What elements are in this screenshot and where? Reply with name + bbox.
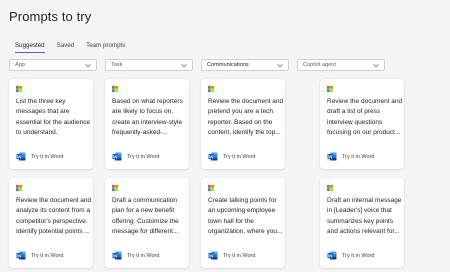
microsoft-logo-icon: [208, 86, 214, 92]
prompt-text-line: interview questions: [327, 118, 383, 126]
prompt-text-line: analyze its content from a: [16, 207, 91, 215]
category-filter-dropdown[interactable]: Communications: [201, 59, 289, 71]
prompt-text-line: content, identify the top...: [208, 129, 281, 137]
prompt-text-line: and actions relevant for...: [327, 228, 400, 236]
prompt-text-line: town hall for the: [208, 217, 254, 225]
prompt-text: Review the document and pretend you are a…: [208, 97, 284, 139]
chevron-down-icon: [277, 63, 283, 68]
try-in-word-label: Try it in Word: [223, 252, 256, 259]
try-in-word-label: Try it in Word: [31, 252, 64, 259]
category-filter-label: Communications: [207, 62, 249, 68]
prompt-text-line: Based on what reporters: [112, 98, 183, 105]
try-in-word-link[interactable]: Try it in Word: [112, 152, 159, 161]
prompt-text-line: essential for the audience: [16, 118, 91, 126]
prompt-text-line: to understand.: [16, 129, 58, 137]
prompt-card[interactable]: Review the document and pretend you are a…: [201, 79, 285, 169]
try-in-word-label: Try it in Word: [223, 153, 256, 160]
try-in-word-link[interactable]: Try it in Word: [327, 251, 374, 260]
prompt-card[interactable]: Draft a communication plan for a new bene…: [105, 178, 189, 268]
agent-filter-dropdown[interactable]: Copilot agent: [297, 59, 385, 71]
try-in-word-link[interactable]: Try it in Word: [112, 251, 159, 260]
word-icon: [327, 251, 337, 260]
prompt-text-line: competitor's perspective.: [16, 217, 88, 225]
app-filter-dropdown[interactable]: App: [9, 59, 97, 71]
prompt-card-grid: List the three key messages that are essen…: [9, 79, 441, 272]
microsoft-logo-icon: [112, 86, 118, 92]
page-title: Prompts to try: [9, 9, 92, 24]
prompt-text-line: organization, where you...: [208, 228, 283, 236]
prompt-text-line: summarizes key points: [327, 217, 394, 225]
prompt-text: Review the document and draft a list of p…: [327, 97, 403, 139]
app-filter-label: App: [15, 62, 25, 68]
microsoft-logo-icon: [16, 185, 22, 191]
prompt-text-line: Review the document and: [208, 98, 284, 105]
prompt-text-line: are likely to focus on,: [112, 108, 174, 116]
try-in-word-label: Try it in Word: [342, 252, 375, 259]
filter-bar: App Task Communications Copilot agent: [9, 59, 385, 71]
agent-filter-label: Copilot agent: [303, 62, 336, 68]
prompt-card[interactable]: List the three key messages that are essen…: [9, 79, 93, 169]
tab-team-prompts[interactable]: Team prompts: [86, 42, 125, 53]
prompt-text: Based on what reporters are likely to foc…: [112, 97, 188, 139]
prompt-text-line: message for different...: [112, 228, 179, 236]
prompt-text-line: Draft an internal message: [327, 197, 402, 204]
microsoft-logo-icon: [327, 185, 333, 191]
try-in-word-label: Try it in Word: [127, 252, 160, 259]
tab-suggested[interactable]: Suggested: [15, 42, 45, 53]
prompt-text-line: in [Leader's] voice that: [327, 207, 392, 215]
prompt-text: Create talking points for an upcoming emp…: [208, 196, 284, 238]
prompt-card[interactable]: Draft an internal message in [Leader's] v…: [320, 178, 404, 268]
task-filter-dropdown[interactable]: Task: [105, 59, 193, 71]
prompt-text-line: focusing on our product...: [327, 129, 401, 137]
prompt-text: Draft a communication plan for a new bene…: [112, 196, 188, 238]
prompt-text-line: plan for a new benefit: [112, 207, 175, 215]
word-icon: [16, 152, 26, 161]
try-in-word-link[interactable]: Try it in Word: [16, 251, 63, 260]
word-icon: [208, 152, 218, 161]
word-icon: [208, 251, 218, 260]
prompt-card[interactable]: Review the document and analyze its conte…: [9, 178, 93, 268]
chevron-down-icon: [181, 63, 187, 68]
microsoft-logo-icon: [327, 86, 333, 92]
task-filter-label: Task: [111, 62, 123, 68]
prompt-text-line: Draft a communication: [112, 197, 178, 204]
prompt-text-line: create an interview-style: [112, 118, 183, 126]
chevron-down-icon: [85, 63, 91, 68]
try-in-word-label: Try it in Word: [342, 153, 375, 160]
chevron-down-icon: [373, 63, 379, 68]
prompt-text-line: an upcoming employee: [208, 207, 276, 215]
word-icon: [112, 152, 122, 161]
prompt-card[interactable]: Create talking points for an upcoming emp…: [201, 178, 285, 268]
try-in-word-link[interactable]: Try it in Word: [327, 152, 374, 161]
prompt-text: Review the document and analyze its conte…: [16, 196, 92, 238]
prompt-text-line: Review the document and: [327, 98, 403, 105]
prompt-text: Draft an internal message in [Leader's] v…: [327, 196, 403, 238]
word-icon: [16, 251, 26, 260]
prompt-text-line: draft a list of press: [327, 108, 381, 116]
try-in-word-link[interactable]: Try it in Word: [208, 152, 255, 161]
try-in-word-link[interactable]: Try it in Word: [16, 152, 63, 161]
tab-saved[interactable]: Saved: [57, 42, 75, 53]
microsoft-logo-icon: [112, 185, 118, 191]
prompt-text-line: Create talking points for: [208, 197, 277, 204]
prompt-text-line: frequently-asked-...: [112, 129, 168, 137]
prompt-text-line: Identify potential points ...: [16, 228, 90, 236]
word-icon: [327, 152, 337, 161]
prompt-text: List the three key messages that are essen…: [16, 97, 92, 139]
prompt-card[interactable]: Based on what reporters are likely to foc…: [105, 79, 189, 169]
try-in-word-label: Try it in Word: [31, 153, 64, 160]
prompt-text-line: pretend you are a tech: [208, 108, 274, 116]
word-icon: [112, 251, 122, 260]
try-in-word-link[interactable]: Try it in Word: [208, 251, 255, 260]
prompt-text-line: List the three key: [16, 98, 66, 105]
microsoft-logo-icon: [208, 185, 214, 191]
prompt-tabs: Suggested Saved Team prompts: [15, 42, 125, 53]
prompt-text-line: reporter. Based on the: [208, 118, 273, 126]
prompt-text-line: Review the document and: [16, 197, 92, 204]
prompt-text-line: messages that are: [16, 108, 70, 116]
prompt-text-line: offering. Customize the: [112, 217, 179, 225]
microsoft-logo-icon: [16, 86, 22, 92]
prompt-card[interactable]: Review the document and draft a list of p…: [320, 79, 404, 169]
try-in-word-label: Try it in Word: [127, 153, 160, 160]
